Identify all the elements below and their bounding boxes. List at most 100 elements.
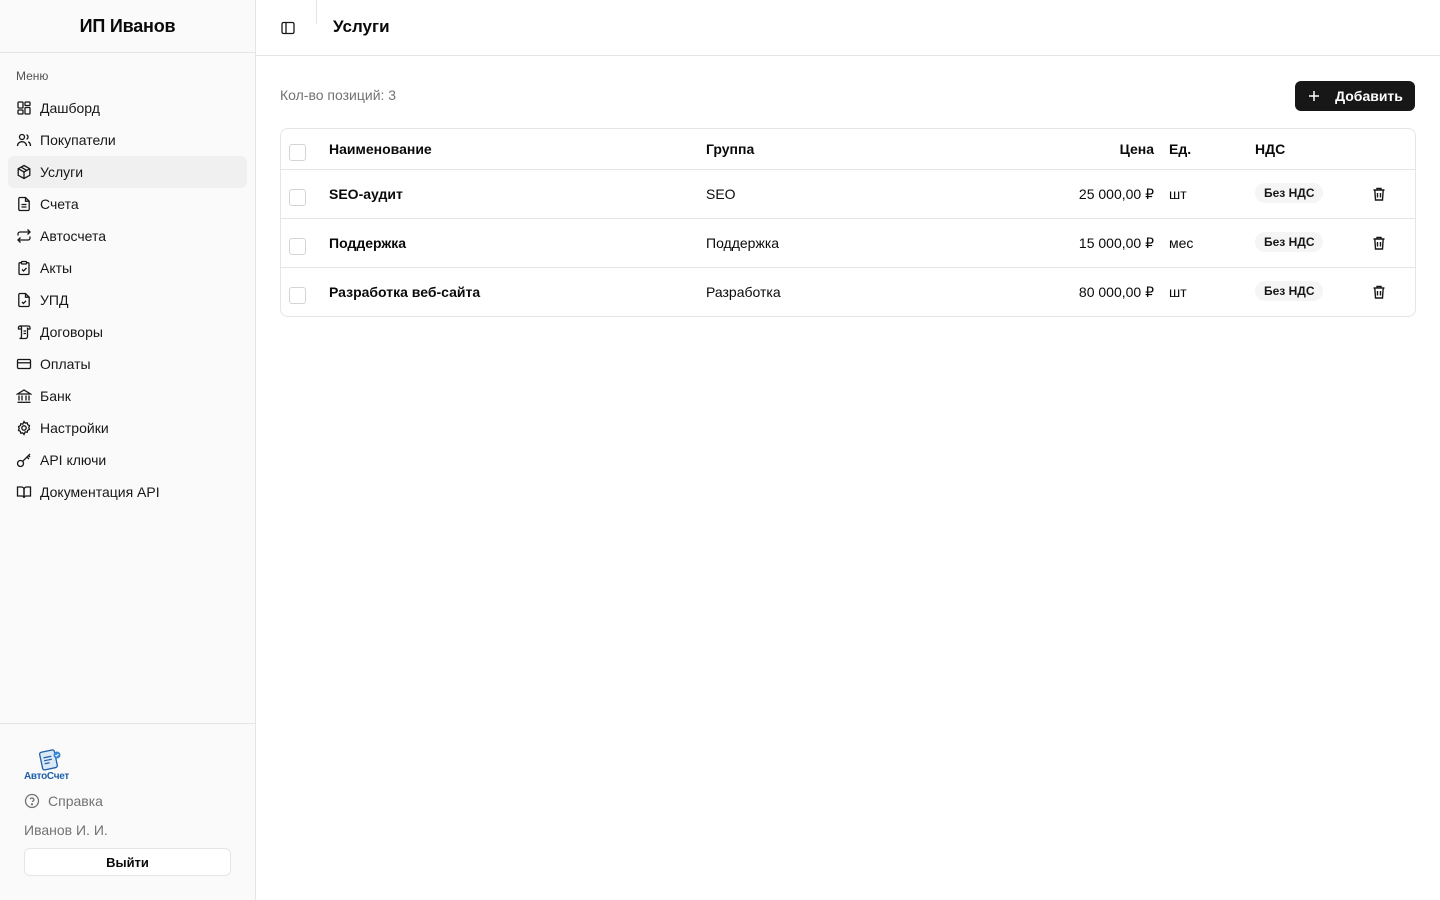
service-price: 15 000,00 ₽ xyxy=(1078,235,1154,251)
service-unit: мес xyxy=(1169,235,1194,251)
gear-icon xyxy=(16,420,32,436)
sidebar-item-label: Счета xyxy=(40,196,79,212)
table-row[interactable]: Разработка веб-сайта Разработка 80 000,0… xyxy=(281,268,1415,316)
sidebar-item-customers[interactable]: Покупатели xyxy=(8,124,247,156)
column-header-vat[interactable]: НДС xyxy=(1255,141,1285,157)
table-row[interactable]: SEO-аудит SEO 25 000,00 ₽ шт Без НДС xyxy=(281,170,1415,219)
sidebar-toggle-button[interactable] xyxy=(274,14,302,42)
file-text-icon xyxy=(16,196,32,212)
logo-mark-icon xyxy=(39,749,61,771)
sidebar-item-contracts[interactable]: Договоры xyxy=(8,316,247,348)
vat-badge-cell: Без НДС xyxy=(1255,281,1324,301)
vat-badge: Без НДС xyxy=(1255,232,1324,252)
sidebar-item-auto-invoices[interactable]: Автосчета xyxy=(8,220,247,252)
sidebar-item-label: Документация API xyxy=(40,484,160,500)
service-name: SEO-аудит xyxy=(329,186,403,202)
sidebar-menu: Дашборд Покупатели Услуги Счета Автосчет… xyxy=(8,92,247,508)
panel-left-icon xyxy=(281,21,295,35)
trash-icon xyxy=(1373,285,1385,299)
brand-logo[interactable]: АвтоСчет xyxy=(24,748,76,784)
select-all-checkbox[interactable] xyxy=(289,144,306,161)
sidebar-item-upd[interactable]: УПД xyxy=(8,284,247,316)
company-name: ИП Иванов xyxy=(79,15,176,36)
clipboard-icon xyxy=(16,260,32,276)
sidebar: ИП Иванов Меню Дашборд Покупатели Услуги xyxy=(0,0,256,900)
repeat-icon xyxy=(16,228,32,244)
sidebar-item-label: Оплаты xyxy=(40,356,91,372)
delete-button[interactable] xyxy=(1370,234,1388,252)
sidebar-header: ИП Иванов xyxy=(0,0,255,53)
help-label: Справка xyxy=(48,793,103,809)
page-title: Услуги xyxy=(333,17,390,36)
sidebar-item-payments[interactable]: Оплаты xyxy=(8,348,247,380)
sidebar-item-label: УПД xyxy=(40,292,69,308)
trash-icon xyxy=(1373,187,1385,201)
service-group: Поддержка xyxy=(706,235,780,251)
sidebar-item-bank[interactable]: Банк xyxy=(8,380,247,412)
bank-icon xyxy=(16,388,32,404)
menu-group-label: Меню xyxy=(16,69,49,83)
row-checkbox[interactable] xyxy=(289,189,306,206)
vat-badge-cell: Без НДС xyxy=(1255,232,1324,252)
logo-text: АвтоСчет xyxy=(24,771,69,782)
logout-button[interactable]: Выйти xyxy=(24,848,231,876)
sidebar-item-acts[interactable]: Акты xyxy=(8,252,247,284)
sidebar-item-settings[interactable]: Настройки xyxy=(8,412,247,444)
package-icon xyxy=(16,164,32,180)
service-name: Поддержка xyxy=(329,235,407,251)
sidebar-item-label: Акты xyxy=(40,260,73,276)
sidebar-item-label: Покупатели xyxy=(40,132,116,148)
sidebar-item-label: Дашборд xyxy=(40,100,100,116)
delete-button[interactable] xyxy=(1370,185,1388,203)
sidebar-item-label: Банк xyxy=(40,388,71,404)
column-header-name[interactable]: Наименование xyxy=(329,141,432,157)
delete-button[interactable] xyxy=(1370,283,1388,301)
help-circle-icon xyxy=(24,793,40,809)
row-checkbox[interactable] xyxy=(289,238,306,255)
sidebar-item-label: Договоры xyxy=(40,324,103,340)
sidebar-item-label: Услуги xyxy=(40,164,84,180)
topbar-separator xyxy=(316,0,317,24)
column-header-price[interactable]: Цена xyxy=(1120,141,1154,157)
sidebar-item-dashboard[interactable]: Дашборд xyxy=(8,92,247,124)
table-header-row: Наименование Группа Цена Ед. НДС xyxy=(281,129,1415,170)
service-unit: шт xyxy=(1169,284,1187,300)
service-unit: шт xyxy=(1169,186,1187,202)
vat-badge: Без НДС xyxy=(1255,183,1324,203)
service-group: Разработка xyxy=(706,284,781,300)
credit-card-icon xyxy=(16,356,32,372)
trash-icon xyxy=(1373,236,1385,250)
sidebar-footer: АвтоСчет Справка Иванов И. И. Выйти xyxy=(0,723,255,900)
items-count: Кол-во позиций: 3 xyxy=(280,87,397,103)
column-header-unit[interactable]: Ед. xyxy=(1169,141,1191,157)
sidebar-item-label: API ключи xyxy=(40,452,107,468)
file-icon xyxy=(16,292,32,308)
services-table: Наименование Группа Цена Ед. НДС SEO-ауд… xyxy=(280,128,1416,317)
add-button-label: Добавить xyxy=(1335,88,1403,104)
sidebar-item-services[interactable]: Услуги xyxy=(8,156,247,188)
sidebar-item-api-docs[interactable]: Документация API xyxy=(8,476,247,508)
scroll-icon xyxy=(16,324,32,340)
help-link[interactable]: Справка xyxy=(24,793,103,809)
service-price: 80 000,00 ₽ xyxy=(1078,284,1154,300)
row-checkbox[interactable] xyxy=(289,287,306,304)
sidebar-item-api-keys[interactable]: API ключи xyxy=(8,444,247,476)
service-name: Разработка веб-сайта xyxy=(329,284,481,300)
add-service-button[interactable]: Добавить xyxy=(1295,81,1415,111)
column-header-group[interactable]: Группа xyxy=(706,141,754,157)
sidebar-item-label: Автосчета xyxy=(40,228,107,244)
vat-badge-cell: Без НДС xyxy=(1255,183,1324,203)
service-price: 25 000,00 ₽ xyxy=(1078,186,1154,202)
users-icon xyxy=(16,132,32,148)
vat-badge: Без НДС xyxy=(1255,281,1324,301)
dashboard-icon xyxy=(16,100,32,116)
table-row[interactable]: Поддержка Поддержка 15 000,00 ₽ мес Без … xyxy=(281,219,1415,268)
topbar: Услуги xyxy=(256,0,1440,56)
sidebar-item-invoices[interactable]: Счета xyxy=(8,188,247,220)
sidebar-item-label: Настройки xyxy=(40,420,109,436)
key-icon xyxy=(16,452,32,468)
user-name: Иванов И. И. xyxy=(24,822,108,838)
book-icon xyxy=(16,484,32,500)
service-group: SEO xyxy=(706,186,736,202)
plus-icon xyxy=(1309,91,1320,101)
